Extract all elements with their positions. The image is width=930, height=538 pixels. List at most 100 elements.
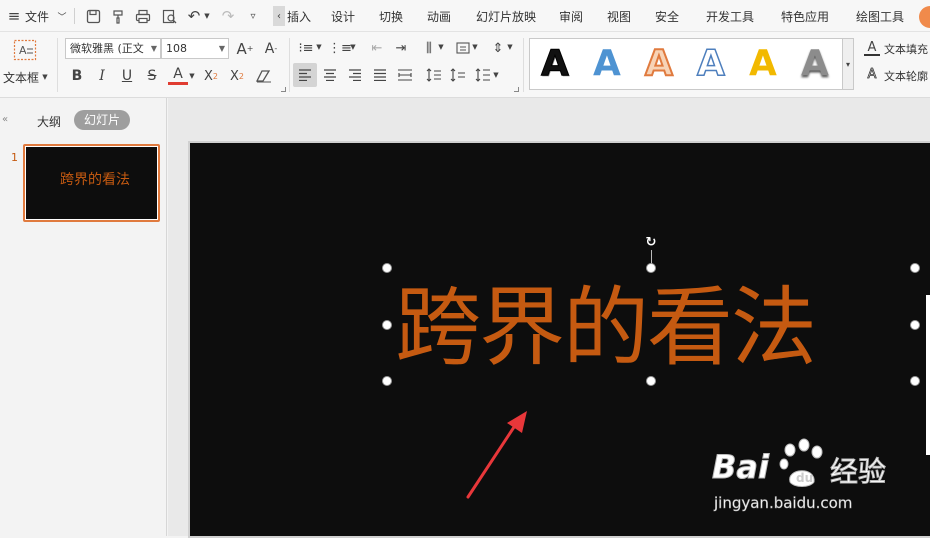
italic-icon[interactable]: I [93,65,111,87]
tab-view[interactable]: 视图 [607,8,631,25]
watermark-brand-suffix: 经验 [829,455,887,489]
chevron-down-icon[interactable]: ▼ [315,42,323,52]
print-preview-icon[interactable] [160,7,178,25]
underline-icon[interactable]: U [118,65,136,87]
chevron-down-icon[interactable]: ▼ [437,42,445,52]
resize-handle-bottom[interactable] [646,376,656,386]
bold-icon[interactable]: B [68,65,86,87]
columns-icon[interactable]: ⫼ [420,39,438,57]
clear-format-icon[interactable] [254,65,274,87]
resize-handle-right[interactable] [910,320,920,330]
strikethrough-icon[interactable]: S [143,65,161,87]
superscript-icon[interactable]: X2 [201,65,221,87]
wordart-style-blue[interactable]: A [593,43,621,85]
avatar[interactable] [919,6,930,28]
wordart-style-gold[interactable]: A [749,43,777,85]
text-direction-icon[interactable] [454,39,472,57]
font-size-value: 108 [166,42,187,55]
slide-title[interactable]: 跨界的看法 [395,280,817,376]
undo-dropdown-icon[interactable]: ▼ [202,9,212,23]
resize-handle-top-left[interactable] [382,263,392,273]
bullet-list-icon[interactable]: ⁝≡ [297,39,315,57]
decrease-font-icon[interactable]: A- [261,38,281,59]
text-fill-icon[interactable]: A [864,40,880,56]
thumbnail-canvas: 跨界的看法 [26,147,157,219]
menu-file[interactable]: 文件 [25,8,49,25]
rotate-handle-icon[interactable]: ↻ [643,234,659,250]
wordart-style-black[interactable]: A [541,43,570,85]
wordart-style-orange-outline[interactable]: A [644,42,674,85]
font-name-select[interactable]: 微软雅黑 (正文 ▼ [65,38,161,59]
text-outline-label[interactable]: 文本轮廓 [884,68,928,84]
numbered-list-icon[interactable]: ⋮≡ [328,39,352,57]
tab-animations[interactable]: 动画 [427,8,451,25]
align-center-icon[interactable] [320,63,340,87]
scroll-left-icon[interactable]: ‹ [273,6,285,26]
print-icon[interactable] [134,7,152,25]
textbox-label[interactable]: 文本框 [3,69,39,86]
tab-security[interactable]: 安全 [655,8,679,25]
divider [289,38,290,92]
wordart-style-blue-outline[interactable]: A [696,42,725,85]
collapse-panel-icon[interactable]: « [0,112,10,126]
tab-outline[interactable]: 大纲 [37,113,61,130]
title-textbox[interactable]: 跨界的看法 [387,268,915,381]
hamburger-icon[interactable]: ≡ [6,7,22,25]
slide-thumbnail[interactable]: 跨界的看法 [23,144,160,222]
paragraph-dialog-launcher-icon[interactable] [514,87,519,92]
format-painter-icon[interactable] [109,7,127,25]
customize-toolbar-icon[interactable]: ▿ [246,9,260,23]
chevron-down-icon[interactable]: ﹀ [57,9,67,23]
divider [57,38,58,92]
paragraph-spacing-icon[interactable] [448,63,468,87]
tab-transitions[interactable]: 切换 [379,8,403,25]
tab-developer[interactable]: 开发工具 [706,8,754,25]
resize-handle-bottom-right[interactable] [910,376,920,386]
redo-icon[interactable]: ↷ [220,7,236,25]
chevron-down-icon[interactable]: ▼ [492,70,500,80]
ribbon-toolbar: A 文本框 ▼ 微软雅黑 (正文 ▼ 108 ▼ A + A- B I U S A… [0,32,930,98]
floating-toolbar-edge[interactable] [926,295,930,455]
font-size-select[interactable]: 108 ▼ [161,38,229,59]
tab-features[interactable]: 特色应用 [781,8,829,25]
undo-icon[interactable]: ↶ [186,7,202,25]
tab-slides[interactable]: 幻灯片 [74,110,130,130]
tab-design[interactable]: 设计 [331,8,355,25]
tab-slideshow[interactable]: 幻灯片放映 [476,8,536,25]
wordart-style-gray[interactable]: A [801,43,829,85]
line-spacing-icon[interactable] [424,63,444,87]
svg-text:A: A [19,44,27,57]
text-outline-icon[interactable]: A [864,66,880,82]
gallery-more-icon[interactable]: ▾ [842,38,854,90]
increase-font-icon[interactable]: A + [235,38,255,59]
chevron-down-icon[interactable]: ▼ [471,42,479,52]
justify-icon[interactable] [370,63,390,87]
resize-handle-top[interactable] [646,263,656,273]
increase-indent-icon[interactable]: ⇥ [392,39,410,57]
spacing-options-icon[interactable] [473,63,493,87]
font-dialog-launcher-icon[interactable] [281,87,286,92]
decrease-indent-icon[interactable]: ⇤ [368,39,386,57]
tab-drawing-tools[interactable]: 绘图工具 [856,8,904,25]
chevron-down-icon[interactable]: ▼ [349,42,357,52]
textbox-icon[interactable]: A [12,38,38,62]
align-text-icon[interactable]: ⇕ [489,39,507,57]
chevron-down-icon[interactable]: ▼ [506,42,514,52]
slides-panel: « 大纲 幻灯片 1 跨界的看法 [0,98,167,536]
subscript-icon[interactable]: X2 [227,65,247,87]
font-color-dropdown-icon[interactable]: ▼ [187,71,197,81]
resize-handle-top-right[interactable] [910,263,920,273]
textbox-dropdown-icon[interactable]: ▼ [40,72,50,82]
distribute-icon[interactable] [395,63,415,87]
align-left-icon[interactable] [293,63,317,87]
font-color-icon[interactable]: A [168,65,188,85]
text-fill-label[interactable]: 文本填充 [884,41,928,57]
svg-text:du: du [796,471,813,485]
align-right-icon[interactable] [345,63,365,87]
tab-insert[interactable]: 插入 [287,8,311,25]
resize-handle-bottom-left[interactable] [382,376,392,386]
paw-icon: du [779,438,823,487]
resize-handle-left[interactable] [382,320,392,330]
tab-review[interactable]: 审阅 [559,8,583,25]
save-icon[interactable] [84,7,102,25]
